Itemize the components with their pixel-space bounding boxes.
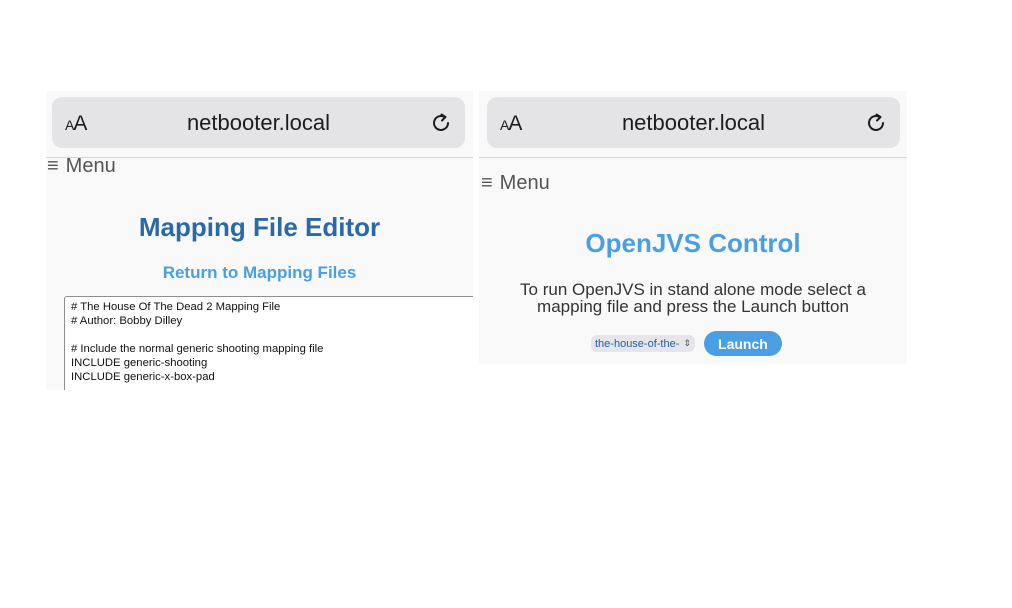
editor-line: # The House Of The Dead 2 Mapping File	[71, 301, 281, 313]
menu-label: Menu	[65, 155, 116, 177]
hamburger-menu-icon: ≡	[481, 172, 493, 194]
select-value: the-house-of-the-	[595, 337, 680, 350]
editor-line: # Include the normal generic shooting ma…	[71, 343, 324, 355]
address-host[interactable]: netbooter.local	[52, 110, 465, 136]
reload-icon[interactable]	[864, 111, 888, 135]
address-bar[interactable]: AA netbooter.local	[52, 97, 465, 148]
toolbar-divider	[479, 157, 907, 158]
menu-toggle[interactable]: ≡ Menu	[481, 172, 550, 195]
reload-icon[interactable]	[429, 111, 453, 135]
launch-instructions: To run OpenJVS in stand alone mode selec…	[479, 281, 907, 315]
instructions-line: To run OpenJVS in stand alone mode selec…	[520, 280, 866, 299]
launch-button[interactable]: Launch	[703, 331, 782, 356]
editor-line: # Author: Bobby Dilley	[71, 315, 183, 327]
openjvs-control-screen: AA netbooter.local ≡ Menu OpenJVS Contro…	[479, 91, 907, 364]
address-host[interactable]: netbooter.local	[487, 110, 900, 136]
instructions-line: mapping file and press the Launch button	[537, 297, 849, 316]
menu-label: Menu	[499, 172, 550, 194]
page-title: Mapping File Editor	[138, 212, 381, 242]
return-to-mapping-files-link[interactable]: Return to Mapping Files	[46, 263, 473, 283]
launch-controls: the-house-of-the- ⇕ Launch	[591, 331, 782, 356]
mapping-file-select[interactable]: the-house-of-the- ⇕	[591, 335, 695, 352]
editor-line: INCLUDE generic-shooting	[71, 357, 208, 369]
editor-line: INCLUDE generic-x-box-pad	[71, 371, 215, 383]
chevron-up-down-icon: ⇕	[683, 338, 691, 348]
mapping-file-textarea[interactable]: # The House Of The Dead 2 Mapping File #…	[64, 296, 473, 390]
mapping-editor-screen: AA netbooter.local ≡ Menu Mapping File E…	[46, 91, 473, 390]
menu-toggle[interactable]: ≡ Menu	[47, 155, 116, 178]
page-title: OpenJVS Control	[585, 228, 801, 258]
hamburger-menu-icon: ≡	[47, 155, 59, 177]
address-bar[interactable]: AA netbooter.local	[487, 97, 900, 148]
